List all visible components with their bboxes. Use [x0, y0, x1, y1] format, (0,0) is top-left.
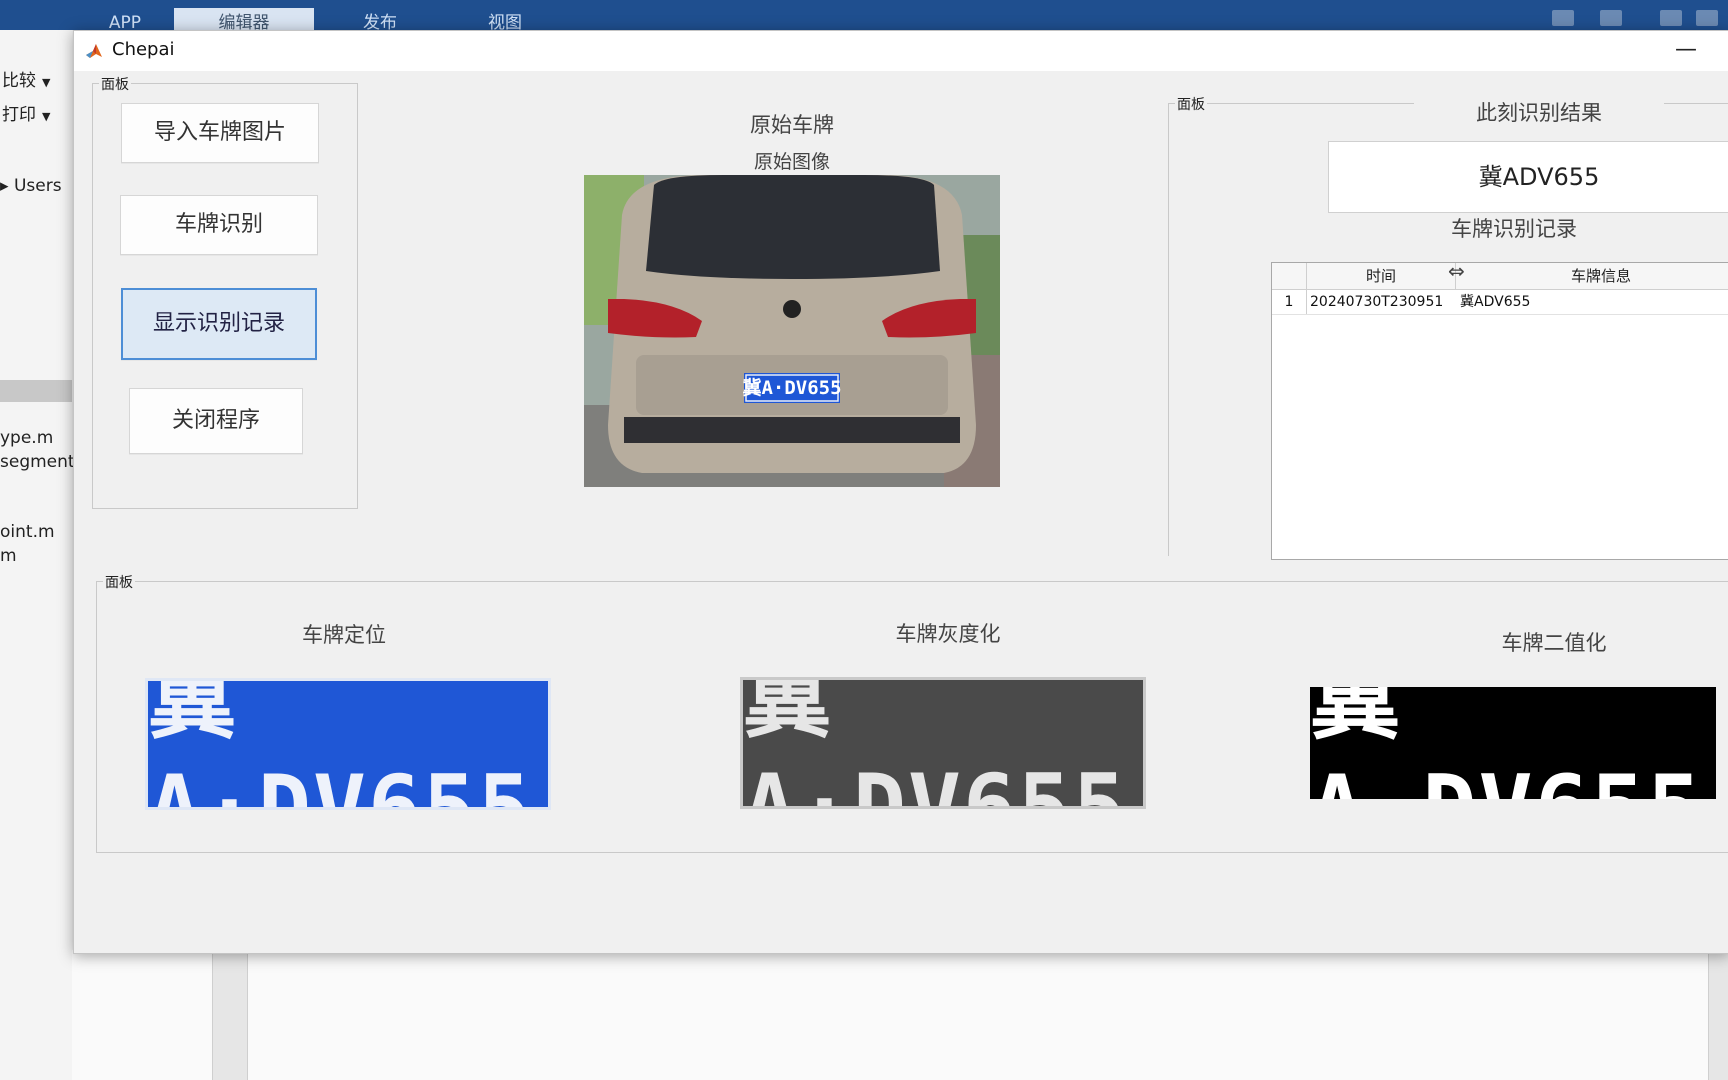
- table-header-index: [1272, 263, 1307, 290]
- table-header-plate[interactable]: 车牌信息: [1456, 263, 1728, 290]
- table-cell-plate[interactable]: 冀ADV655: [1458, 290, 1728, 314]
- history-table[interactable]: 时间 车牌信息 ⇔ 1 20240730T230951 冀ADV655: [1271, 262, 1728, 560]
- print-menu[interactable]: 打印 ▼: [2, 100, 50, 125]
- pane-divider: [0, 380, 72, 402]
- column-resize-icon[interactable]: ⇔: [1448, 263, 1465, 283]
- ide-splitter[interactable]: [212, 950, 248, 1080]
- ide-editor-area: [72, 950, 1728, 1080]
- paste-icon[interactable]: [1660, 10, 1682, 26]
- close-program-button[interactable]: 关闭程序: [129, 388, 303, 454]
- breadcrumb[interactable]: ▸ Users: [0, 172, 72, 200]
- breadcrumb-users: Users: [13, 176, 62, 196]
- current-result-value: 冀ADV655: [1328, 141, 1728, 213]
- compare-menu[interactable]: 比较 ▼: [2, 66, 50, 91]
- plate-binary-text: 冀A·DV655: [1310, 687, 1701, 799]
- app-window: Chepai — 面板 导入车牌图片 车牌识别 显示识别记录 关闭程序 原始车牌…: [73, 30, 1728, 954]
- matlab-logo-icon: [86, 44, 102, 58]
- plate-locate-title: 车牌定位: [302, 623, 386, 647]
- chevron-down-icon: ▼: [42, 110, 51, 123]
- chevron-down-icon: ▼: [42, 76, 51, 89]
- undo-icon[interactable]: [1696, 10, 1718, 26]
- original-plate-title: 原始车牌: [750, 113, 834, 137]
- row-divider: [1272, 314, 1728, 315]
- original-car-image: 冀A·DV655: [584, 175, 1000, 487]
- car-photo: 冀A·DV655: [584, 175, 1000, 487]
- ide-toolstrip: APP 编辑器 发布 视图: [0, 0, 1728, 33]
- current-result-title: 此刻识别结果: [1414, 97, 1664, 127]
- minimize-button[interactable]: —: [1666, 35, 1706, 65]
- plate-grayscale-title: 车牌灰度化: [895, 622, 1001, 646]
- ide-tab-publish[interactable]: 发布: [340, 8, 420, 33]
- history-title: 车牌识别记录: [1451, 217, 1577, 241]
- table-cell-time[interactable]: 20240730T230951: [1308, 290, 1456, 314]
- import-plate-image-button[interactable]: 导入车牌图片: [121, 103, 319, 163]
- original-image-subtitle: 原始图像: [753, 151, 830, 173]
- panel-label: 面板: [99, 74, 131, 94]
- car-plate-text: 冀A·DV655: [742, 376, 841, 399]
- ide-tab-app[interactable]: APP: [90, 8, 160, 33]
- plate-binary-image: 冀A·DV655: [1310, 687, 1716, 799]
- print-menu-label: 打印: [2, 105, 36, 125]
- file-item[interactable]: m: [0, 546, 17, 566]
- plate-grayscale-text: 冀A·DV655: [743, 677, 1128, 809]
- save-icon[interactable]: [1552, 10, 1574, 26]
- ide-tab-view[interactable]: 视图: [465, 8, 545, 33]
- plate-binary-title: 车牌二值化: [1501, 631, 1607, 655]
- cut-icon[interactable]: [1600, 10, 1622, 26]
- ide-tab-editor[interactable]: 编辑器: [174, 8, 314, 33]
- file-item[interactable]: segment.: [0, 452, 80, 472]
- panel-label: 面板: [103, 572, 135, 592]
- file-item[interactable]: oint.m: [0, 522, 55, 542]
- recognize-plate-button[interactable]: 车牌识别: [120, 195, 318, 255]
- ide-scrollbar[interactable]: [1708, 950, 1728, 1080]
- compare-menu-label: 比较: [2, 71, 36, 91]
- title-bar: Chepai —: [74, 31, 1728, 71]
- panel-label: 面板: [1175, 94, 1207, 114]
- plate-located-text: 冀A·DV655: [148, 678, 533, 810]
- plate-grayscale-image: 冀A·DV655: [740, 677, 1146, 809]
- table-row-index[interactable]: 1: [1272, 290, 1307, 314]
- file-item[interactable]: ype.m: [0, 428, 53, 448]
- show-history-button[interactable]: 显示识别记录: [121, 288, 317, 360]
- chevron-right-icon: ▸: [0, 176, 9, 196]
- table-header-time[interactable]: 时间: [1307, 263, 1456, 290]
- window-title: Chepai: [112, 39, 175, 60]
- plate-located-image: 冀A·DV655: [145, 678, 551, 810]
